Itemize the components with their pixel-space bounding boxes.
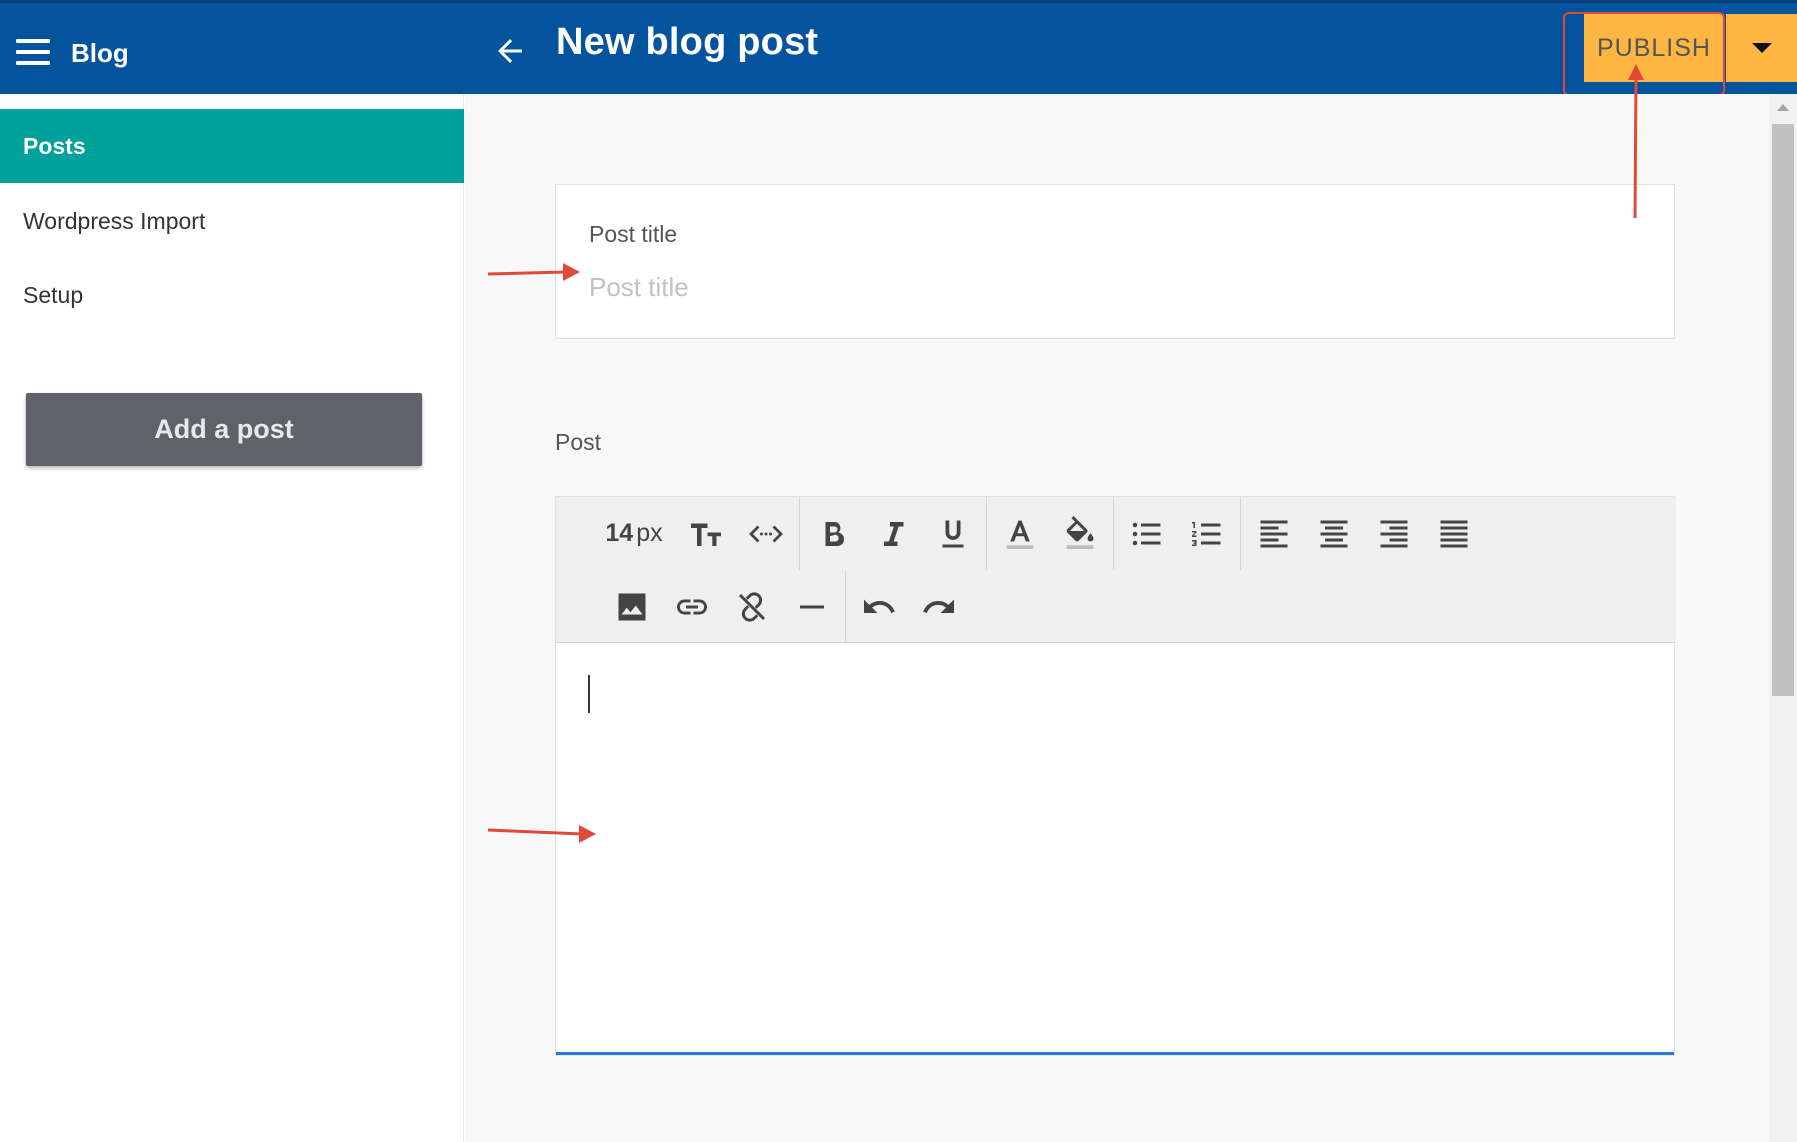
toolbar-divider — [799, 497, 800, 570]
font-size-value: 14 — [605, 519, 634, 547]
font-size-unit: px — [636, 519, 663, 547]
undo-icon[interactable] — [849, 579, 909, 635]
sidebar: Posts Wordpress Import Setup Add a post — [0, 94, 464, 1142]
toolbar-divider — [1113, 497, 1114, 570]
back-arrow-icon[interactable] — [492, 33, 528, 69]
main-content: Post title Post 14px — [465, 94, 1769, 1142]
italic-icon[interactable] — [863, 506, 923, 562]
toolbar-row-1: 14 px — [556, 497, 1484, 570]
toolbar-divider — [845, 570, 846, 643]
post-title-card: Post title — [555, 184, 1675, 339]
code-icon[interactable] — [736, 506, 796, 562]
toolbar-row-2 — [556, 570, 969, 643]
publish-button[interactable]: PUBLISH — [1584, 14, 1724, 82]
toolbar-divider — [1240, 497, 1241, 570]
numbered-list-icon[interactable] — [1177, 506, 1237, 562]
font-color-icon[interactable] — [990, 506, 1050, 562]
text-size-icon[interactable] — [676, 506, 736, 562]
sidebar-item-posts[interactable]: Posts — [0, 109, 464, 183]
align-justify-icon[interactable] — [1424, 506, 1484, 562]
bold-icon[interactable] — [803, 506, 863, 562]
scroll-up-arrow-icon[interactable] — [1777, 104, 1789, 111]
add-post-button[interactable]: Add a post — [26, 393, 422, 466]
app-title: Blog — [71, 38, 129, 68]
caret-down-icon — [1751, 43, 1772, 53]
fill-color-icon[interactable] — [1050, 506, 1110, 562]
align-left-icon[interactable] — [1244, 506, 1304, 562]
unlink-icon[interactable] — [722, 579, 782, 635]
font-size-selector[interactable]: 14 px — [592, 506, 676, 562]
post-body-label: Post — [555, 429, 602, 455]
horizontal-rule-icon[interactable] — [782, 579, 842, 635]
image-icon[interactable] — [602, 579, 662, 635]
sidebar-item-setup[interactable]: Setup — [0, 258, 464, 332]
align-center-icon[interactable] — [1304, 506, 1364, 562]
editor-focus-underline — [556, 1052, 1674, 1055]
rich-text-editor: 14 px — [555, 496, 1676, 1056]
post-title-input[interactable] — [589, 267, 1629, 307]
hamburger-menu-icon[interactable] — [16, 39, 50, 65]
text-cursor — [588, 675, 590, 713]
top-app-bar: Blog New blog post — [0, 0, 1797, 94]
scrollbar-thumb[interactable] — [1772, 124, 1794, 696]
align-right-icon[interactable] — [1364, 506, 1424, 562]
publish-options-dropdown[interactable] — [1726, 14, 1797, 82]
bullet-list-icon[interactable] — [1117, 506, 1177, 562]
page-title: New blog post — [556, 21, 819, 63]
redo-icon[interactable] — [909, 579, 969, 635]
editor-toolbar: 14 px — [556, 497, 1676, 643]
toolbar-divider — [986, 497, 987, 570]
link-icon[interactable] — [662, 579, 722, 635]
underline-icon[interactable] — [923, 506, 983, 562]
post-body-editor[interactable] — [556, 644, 1674, 1054]
post-title-label: Post title — [589, 221, 678, 247]
vertical-scrollbar[interactable] — [1769, 94, 1797, 1142]
sidebar-item-wordpress-import[interactable]: Wordpress Import — [0, 184, 464, 258]
